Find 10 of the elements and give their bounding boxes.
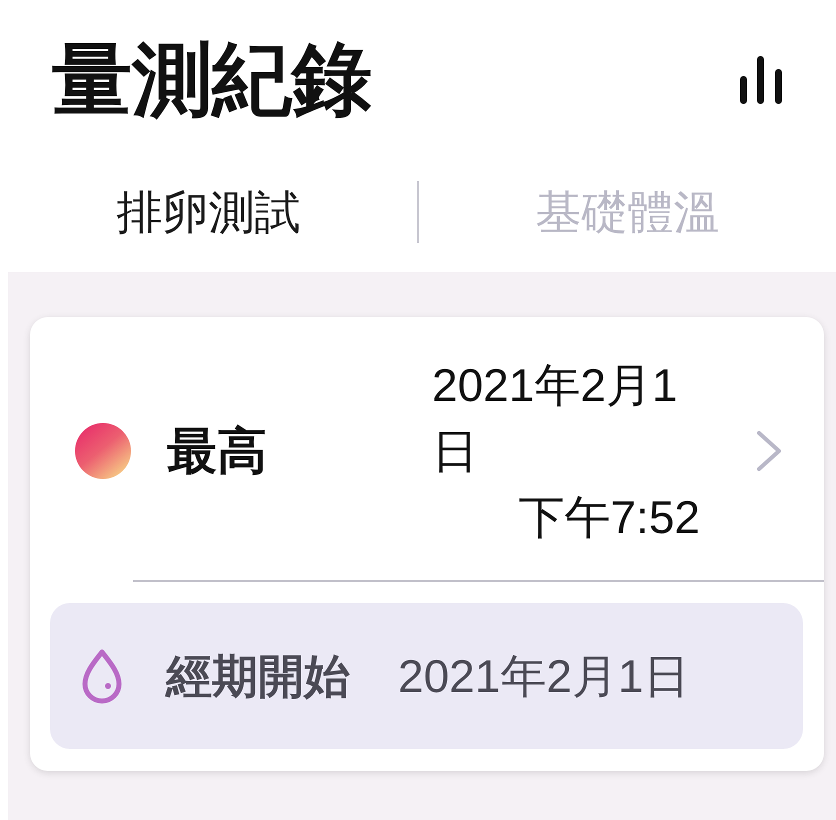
page-title: 量測紀錄 [52, 40, 372, 120]
tab[interactable]: 排卵測試 [0, 182, 417, 242]
gradient-dot-icon [75, 423, 131, 479]
note-date: 2021年2月1日 [398, 649, 690, 704]
drop-icon [80, 648, 124, 704]
record-date: 2021年2月1日 [432, 358, 678, 479]
record-time: 下午7:52 [518, 490, 700, 545]
note-label: 經期開始 [166, 649, 350, 704]
bar-chart-icon[interactable] [740, 56, 782, 104]
result-level: 最高 [167, 422, 268, 481]
